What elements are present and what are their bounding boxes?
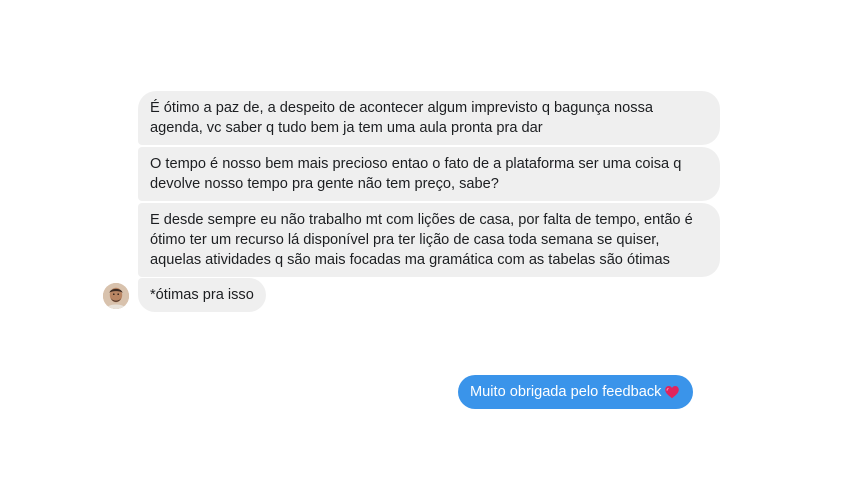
incoming-message[interactable]: É ótimo a paz de, a despeito de acontece…	[138, 91, 720, 145]
incoming-message[interactable]: *ótimas pra isso	[138, 278, 266, 312]
incoming-message[interactable]: O tempo é nosso bem mais precioso entao …	[138, 147, 720, 201]
message-thread: É ótimo a paz de, a despeito de acontece…	[0, 0, 853, 480]
outgoing-message[interactable]: Muito obrigada pelo feedback	[458, 375, 694, 409]
avatar-image	[103, 283, 129, 309]
heart-icon	[664, 384, 680, 400]
avatar[interactable]	[103, 283, 129, 309]
incoming-message[interactable]: E desde sempre eu não trabalho mt com li…	[138, 203, 720, 277]
outgoing-message-text: Muito obrigada pelo feedback	[470, 384, 662, 400]
